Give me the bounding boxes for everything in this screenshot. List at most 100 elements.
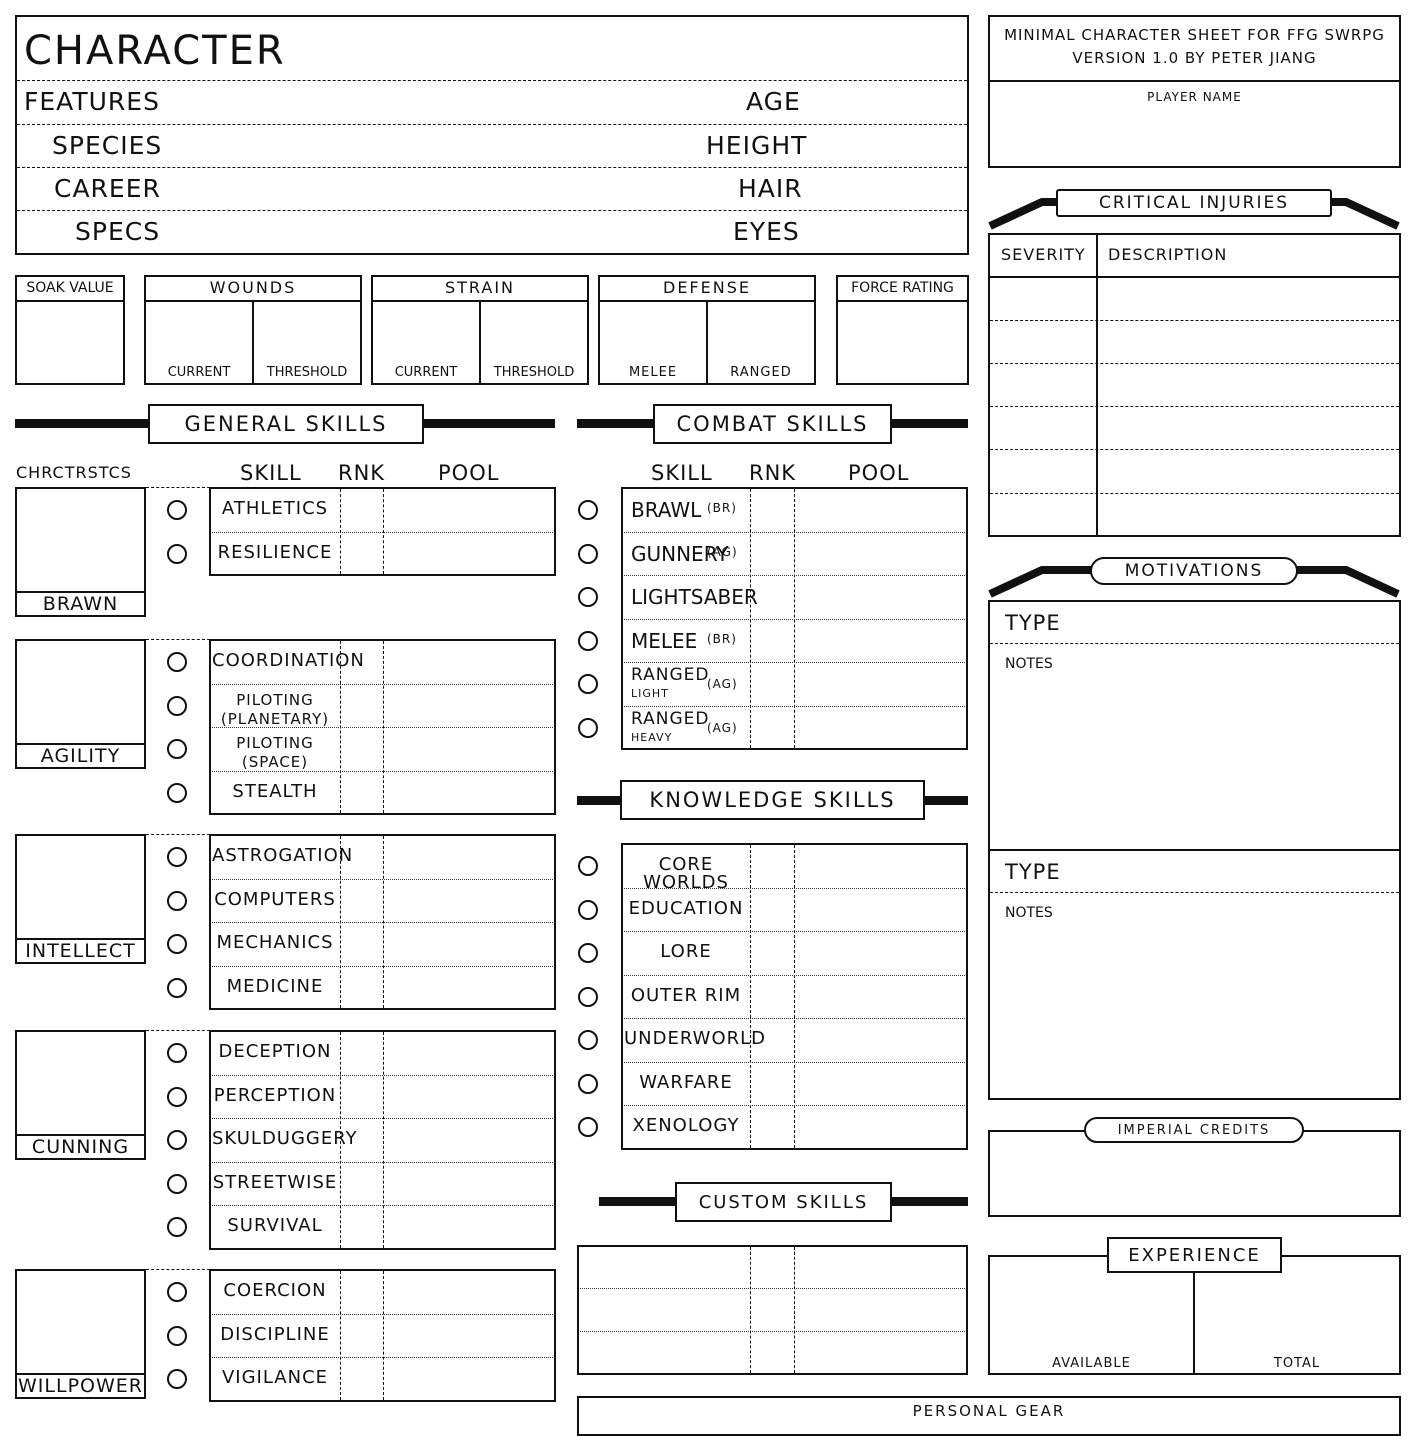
career-skill-checkbox[interactable] (578, 587, 598, 607)
career-skill-checkbox[interactable] (578, 943, 598, 963)
skill-name: RESILIENCE (217, 541, 333, 563)
motivation-type-label: TYPE (1005, 860, 1061, 884)
skill-name: PILOTING (SPACE) (236, 734, 314, 771)
skill-name: MEDICINE (226, 975, 324, 997)
strain-threshold-field[interactable] (482, 303, 586, 363)
skill-characteristic-tag: (BR) (707, 631, 737, 646)
sheet-title: MINIMAL CHARACTER SHEET FOR FFG SWRPG (1004, 26, 1385, 44)
player-name-field[interactable] (992, 108, 1397, 164)
skill-name: DISCIPLINE (220, 1323, 330, 1345)
career-skill-checkbox[interactable] (167, 782, 187, 803)
career-skill-checkbox[interactable] (578, 899, 598, 920)
defense-melee-field[interactable] (601, 303, 704, 363)
skill-name: SKULDUGGERY (212, 1128, 358, 1149)
defense-ranged-field[interactable] (709, 303, 813, 363)
skill-name: PERCEPTION (213, 1084, 337, 1106)
career-skill-checkbox[interactable] (167, 934, 187, 954)
species-label: SPECIES (52, 131, 163, 160)
career-skill-checkbox[interactable] (167, 977, 187, 998)
critical-injury-row[interactable] (990, 450, 1399, 492)
wounds-label: WOUNDS (209, 278, 297, 297)
career-skill-checkbox[interactable] (578, 674, 598, 694)
strain-current-label: CURRENT (394, 365, 458, 380)
sheet-version: VERSION 1.0 BY PETER JIANG (1072, 49, 1317, 67)
wounds-current-label: CURRENT (167, 365, 231, 380)
wounds-current-field[interactable] (147, 303, 250, 363)
general-skill-header: SKILL (240, 461, 302, 485)
career-skill-checkbox[interactable] (167, 1325, 187, 1346)
general-rnk-header: RNK (338, 461, 386, 485)
custom-skill-row[interactable] (580, 1248, 965, 1288)
specs-label: SPECS (75, 217, 161, 246)
career-skill-checkbox[interactable] (578, 717, 598, 738)
career-skill-checkbox[interactable] (167, 500, 187, 520)
skill-name: XENOLOGY (632, 1115, 740, 1136)
description-header: DESCRIPTION (1108, 245, 1228, 264)
career-skill-checkbox[interactable] (167, 890, 187, 911)
skill-characteristic-tag: (AG) (707, 677, 738, 691)
critical-injury-row[interactable] (990, 494, 1399, 535)
career-skill-checkbox[interactable] (167, 739, 187, 759)
critical-injury-row[interactable] (990, 407, 1399, 449)
character-title: CHARACTER (24, 28, 286, 74)
motivations-banner: MOTIVATIONS (1090, 557, 1298, 585)
general-pool-header: POOL (438, 461, 500, 485)
career-skill-checkbox[interactable] (578, 500, 598, 520)
experience-total-field[interactable] (1197, 1275, 1397, 1353)
characteristic-agility-label: AGILITY (40, 745, 121, 767)
motivation-notes-field[interactable] (992, 676, 1397, 846)
career-skill-checkbox[interactable] (578, 1073, 598, 1094)
hair-label: HAIR (738, 174, 803, 203)
career-skill-checkbox[interactable] (167, 1086, 187, 1107)
strain-label: STRAIN (444, 278, 516, 297)
career-skill-checkbox[interactable] (167, 1130, 187, 1150)
defense-label: DEFENSE (663, 278, 751, 297)
severity-header: SEVERITY (1001, 245, 1086, 264)
credits-field[interactable] (992, 1145, 1397, 1213)
custom-skill-row[interactable] (580, 1290, 965, 1330)
general-skills-banner: GENERAL SKILLS (148, 404, 424, 444)
wounds-threshold-field[interactable] (255, 303, 359, 363)
motivation-notes-label: NOTES (1005, 656, 1053, 672)
skill-name: WARFARE (639, 1071, 733, 1093)
critical-injury-row[interactable] (990, 321, 1399, 363)
personal-gear-label: PERSONAL GEAR (912, 1402, 1066, 1420)
career-skill-checkbox[interactable] (167, 695, 187, 716)
critical-injury-row[interactable] (990, 278, 1399, 320)
career-skill-checkbox[interactable] (167, 1217, 187, 1237)
career-skill-checkbox[interactable] (167, 652, 187, 672)
motivation-notes-field[interactable] (992, 925, 1397, 1095)
critical-injury-row[interactable] (990, 364, 1399, 406)
force-rating-field[interactable] (839, 303, 966, 382)
skill-name: MECHANICS (216, 932, 334, 953)
custom-skills-banner: CUSTOM SKILLS (675, 1182, 892, 1222)
career-skill-checkbox[interactable] (167, 543, 187, 564)
career-skill-checkbox[interactable] (578, 1030, 598, 1050)
strain-current-field[interactable] (374, 303, 477, 363)
career-skill-checkbox[interactable] (167, 847, 187, 867)
skill-name: COMPUTERS (214, 888, 336, 910)
skill-name: DECEPTION (218, 1041, 332, 1062)
wounds-threshold-label: THRESHOLD (266, 365, 348, 380)
skill-characteristic-tag: (AG) (707, 544, 738, 559)
chrctrstcs-header: CHRCTRSTCS (16, 463, 132, 482)
character-name-field[interactable] (260, 22, 960, 78)
career-skill-checkbox[interactable] (167, 1173, 187, 1194)
experience-available-field[interactable] (992, 1275, 1190, 1353)
career-skill-checkbox[interactable] (578, 1117, 598, 1137)
custom-skill-row[interactable] (580, 1333, 965, 1373)
skill-name: ASTROGATION (212, 845, 354, 866)
skill-characteristic-tag: (AG) (707, 720, 738, 735)
career-skill-checkbox[interactable] (578, 986, 598, 1007)
skill-name: RANGED (631, 665, 710, 685)
soak-value-field[interactable] (18, 303, 122, 382)
career-skill-checkbox[interactable] (578, 856, 598, 876)
career-skill-checkbox[interactable] (578, 630, 598, 651)
skill-name: SURVIVAL (227, 1215, 323, 1236)
skill-name: UNDERWORLD (624, 1028, 767, 1049)
career-skill-checkbox[interactable] (167, 1043, 187, 1063)
career-skill-checkbox[interactable] (167, 1282, 187, 1302)
career-skill-checkbox[interactable] (167, 1369, 187, 1389)
career-skill-checkbox[interactable] (578, 543, 598, 564)
skill-subname: HEAVY (631, 730, 673, 744)
